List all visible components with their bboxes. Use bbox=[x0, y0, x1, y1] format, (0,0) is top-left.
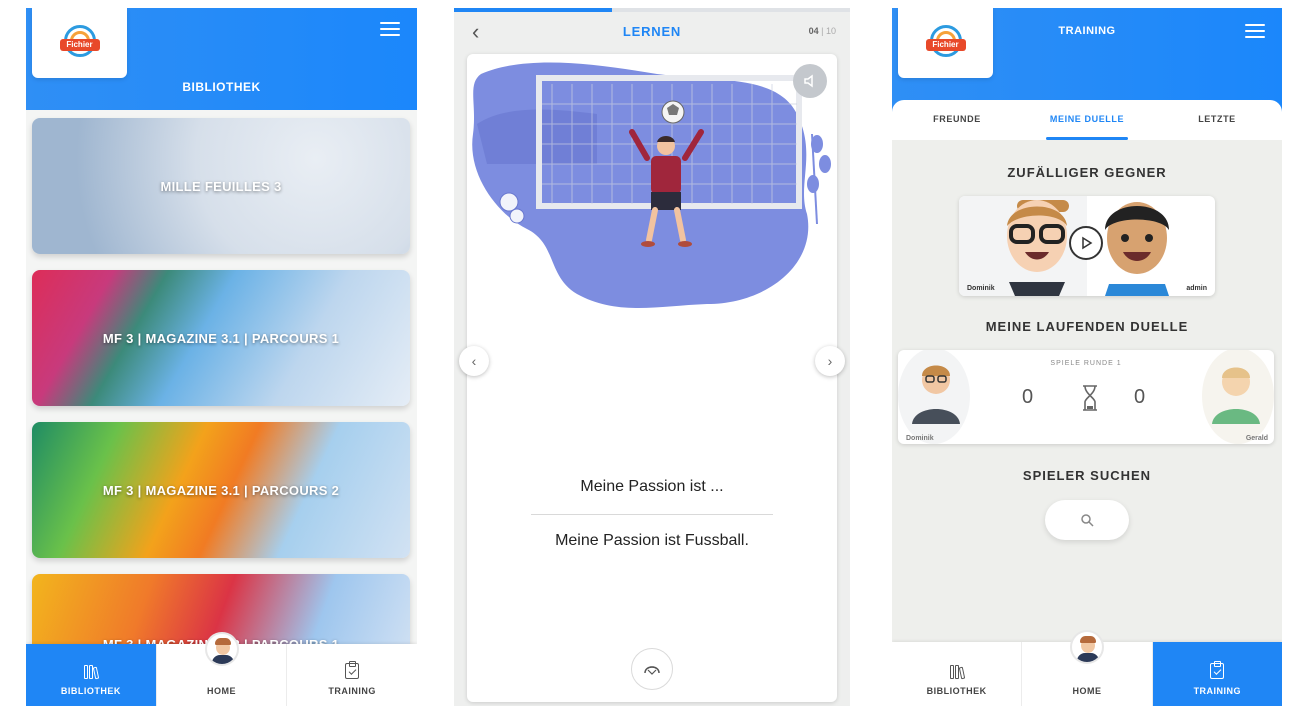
app-logo[interactable]: Fichier bbox=[32, 8, 127, 78]
nav-label: HOME bbox=[207, 686, 236, 696]
hamburger-menu-icon[interactable] bbox=[1245, 24, 1265, 38]
random-opponent-card[interactable]: Dominik admin bbox=[959, 196, 1215, 296]
library-card-label: MF 3 | MAGAZINE 3.1 | PARCOURS 1 bbox=[102, 330, 340, 346]
clipboard-check-icon bbox=[1210, 661, 1225, 679]
logo-text: Fichier bbox=[59, 39, 100, 51]
question-text: Meine Passion ist ... bbox=[580, 478, 724, 495]
running-duel-card[interactable]: SPIELE RUNDE 1 0 0 Dominik Gerald bbox=[898, 350, 1274, 444]
nav-label: BIBLIOTHEK bbox=[60, 686, 121, 696]
nav-training[interactable]: TRAINING bbox=[1152, 642, 1282, 706]
bottom-nav: BIBLIOTHEK HOME TRAINING bbox=[892, 630, 1282, 706]
tab-bar: FREUNDE MEINE DUELLE LETZTE bbox=[892, 100, 1282, 140]
library-card[interactable]: MILLE FEUILLES 3 bbox=[32, 118, 410, 254]
score-left: 0 bbox=[1022, 386, 1034, 408]
page-title: BIBLIOTHEK bbox=[182, 80, 261, 94]
hamburger-menu-icon[interactable] bbox=[380, 22, 400, 36]
next-chevron-icon[interactable]: › bbox=[815, 346, 845, 376]
duel-left-name: Dominik bbox=[906, 435, 934, 442]
running-duels-title: MEINE LAUFENDEN DUELLE bbox=[985, 319, 1189, 334]
app-logo[interactable]: Fichier bbox=[898, 8, 993, 78]
prev-chevron-icon[interactable]: ‹ bbox=[459, 346, 489, 376]
nav-home[interactable]: HOME bbox=[157, 632, 288, 706]
books-icon bbox=[949, 663, 965, 680]
library-screen: Fichier BIBLIOTHEK MILLE FEUILLES 3 MF 3… bbox=[26, 8, 417, 706]
nav-bibliothek[interactable]: BIBLIOTHEK bbox=[892, 642, 1023, 706]
page-title: LERNEN bbox=[622, 24, 682, 39]
nav-label: BIBLIOTHEK bbox=[926, 686, 987, 696]
score-right: 0 bbox=[1134, 386, 1146, 408]
library-card[interactable]: MF 3 | MAGAZINE 3.1 | PARCOURS 1 bbox=[32, 270, 410, 406]
goalkeeper-illustration bbox=[472, 62, 831, 308]
counter-total: 10 bbox=[825, 26, 836, 36]
ball-icon-button[interactable] bbox=[631, 648, 673, 690]
flashcard[interactable]: Meine Passion ist ... Meine Passion ist … bbox=[467, 54, 837, 702]
nav-label: TRAINING bbox=[328, 686, 376, 696]
progress-bar-fill bbox=[454, 8, 613, 12]
library-card[interactable]: MF 3 | MAGAZINE 3.1 | PARCOURS 2 bbox=[32, 422, 410, 558]
progress-bar bbox=[454, 8, 850, 12]
search-player-button[interactable] bbox=[1045, 500, 1129, 540]
training-screen: Fichier TRAINING FREUNDE MEINE DUELLE LE… bbox=[892, 8, 1282, 706]
tab-meine-duelle[interactable]: MEINE DUELLE bbox=[1022, 100, 1152, 140]
library-card-label: MILLE FEUILLES 3 bbox=[160, 178, 282, 194]
opponent-left-name: Dominik bbox=[967, 285, 995, 292]
search-icon bbox=[1081, 514, 1094, 527]
duel-right-name: Gerald bbox=[1245, 435, 1268, 442]
library-list: MILLE FEUILLES 3 MF 3 | MAGAZINE 3.1 | P… bbox=[26, 110, 417, 654]
tab-letzte[interactable]: LETZTE bbox=[1152, 100, 1282, 140]
nav-bibliothek[interactable]: BIBLIOTHEK bbox=[26, 644, 157, 706]
hourglass-icon bbox=[1081, 384, 1099, 412]
learn-screen: ‹ LERNEN 04 | 10 Meine Passion ist ... M… bbox=[454, 8, 850, 706]
nav-home[interactable]: HOME bbox=[1022, 630, 1153, 706]
round-label: SPIELE RUNDE 1 bbox=[1050, 360, 1122, 367]
divider bbox=[531, 514, 773, 515]
avatar[interactable] bbox=[1069, 630, 1104, 664]
tab-freunde[interactable]: FREUNDE bbox=[892, 100, 1022, 140]
fichier-logo-icon: Fichier bbox=[59, 23, 100, 63]
random-opponent-title: ZUFÄLLIGER GEGNER bbox=[1007, 165, 1167, 180]
counter-current: 04 bbox=[808, 26, 819, 36]
card-counter: 04 | 10 bbox=[808, 26, 836, 36]
bottom-nav: BIBLIOTHEK HOME TRAINING bbox=[26, 632, 417, 706]
clipboard-check-icon bbox=[345, 661, 360, 679]
logo-text: Fichier bbox=[925, 39, 966, 51]
opponent-right-name: admin bbox=[1186, 285, 1207, 292]
books-icon bbox=[83, 663, 100, 680]
search-player-title: SPIELER SUCHEN bbox=[1022, 468, 1152, 483]
play-icon[interactable] bbox=[1069, 226, 1103, 260]
library-card-label: MF 3 | MAGAZINE 3.1 | PARCOURS 2 bbox=[102, 482, 340, 498]
speaker-icon[interactable] bbox=[793, 64, 827, 98]
answer-text: Meine Passion ist Fussball. bbox=[555, 532, 749, 549]
avatar[interactable] bbox=[204, 632, 239, 666]
ball-icon bbox=[644, 666, 660, 675]
nav-label: TRAINING bbox=[1193, 686, 1242, 696]
nav-training[interactable]: TRAINING bbox=[287, 644, 417, 706]
nav-label: HOME bbox=[1072, 686, 1102, 696]
page-title: TRAINING bbox=[1058, 25, 1116, 37]
